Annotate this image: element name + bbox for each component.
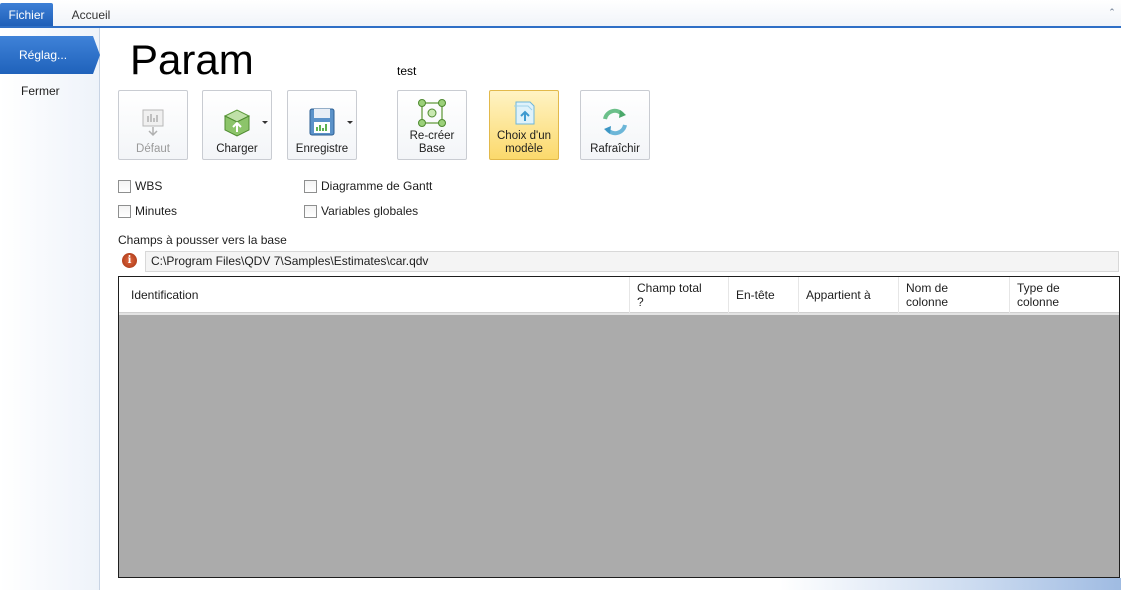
column-header-column-name[interactable]: Nom de colonne [898,277,1009,313]
wbs-checkbox[interactable]: WBS [118,179,162,193]
template-upload-icon [514,101,535,125]
ribbon-tab-bar: Fichier Accueil ⌃ [0,0,1121,28]
grid-header: Identification Champ total ? En-tête App… [119,277,1119,313]
page-title: Param [130,36,254,83]
column-header-identification[interactable]: Identification [119,277,629,313]
column-header-belongs-to[interactable]: Appartient à [798,277,898,313]
recreate-label-line1: Re-créer [409,130,455,142]
column-header-header[interactable]: En-tête [728,277,798,313]
choose-model-label-line2: modèle [505,143,543,155]
column-header-column-type[interactable]: Type de colonne [1009,277,1119,313]
gantt-checkbox[interactable]: Diagramme de Gantt [304,179,432,193]
save-dropdown-icon[interactable] [347,121,353,124]
gantt-checkbox-label: Diagramme de Gantt [321,179,433,193]
tab-home[interactable]: Accueil [60,3,122,26]
tab-file[interactable]: Fichier [0,3,53,26]
recreate-base-button[interactable]: Re-créer Base [397,90,467,160]
minutes-checkbox-label: Minutes [135,204,178,218]
recreate-base-label: Re-créer Base [398,130,466,156]
page-subtitle: test [397,64,417,78]
info-icon: i [122,253,137,268]
load-label: Charger [216,143,258,155]
load-dropdown-icon[interactable] [262,121,268,124]
chart-down-icon [142,109,164,137]
load-button[interactable]: Charger [202,90,272,160]
choose-model-label: Choix d'un modèle [490,130,558,156]
nav-item-settings[interactable]: Réglag... [0,36,100,74]
nav-item-close[interactable]: Fermer [0,80,100,102]
global-vars-checkbox-box[interactable] [304,204,317,218]
wbs-checkbox-label: WBS [135,179,163,193]
floppy-chart-icon [309,108,335,136]
global-vars-checkbox-label: Variables globales [321,204,419,218]
refresh-button[interactable]: Rafraîchir [580,90,650,160]
choose-model-button[interactable]: Choix d'un modèle [489,90,559,160]
save-button[interactable]: Enregistre [287,90,357,160]
refresh-label: Rafraîchir [590,143,640,155]
column-header-total-field[interactable]: Champ total ? [629,277,728,313]
choose-model-label-line1: Choix d'un [497,130,551,142]
minutes-checkbox-box[interactable] [118,204,131,218]
wbs-checkbox-box[interactable] [118,179,131,193]
refresh-arrows-icon [603,108,627,136]
grid-header-divider [119,313,1119,315]
minutes-checkbox[interactable]: Minutes [118,204,177,218]
default-button[interactable]: Défaut [118,90,188,160]
file-path-field[interactable]: C:\Program Files\QDV 7\Samples\Estimates… [145,251,1119,272]
fields-grid[interactable]: Identification Champ total ? En-tête App… [118,276,1120,578]
decorative-swoosh [780,578,1121,590]
save-label: Enregistre [295,143,349,155]
box-upload-icon [223,109,251,137]
backstage-nav: Réglag... Fermer [0,28,100,590]
default-label: Défaut [136,143,170,155]
gantt-checkbox-box[interactable] [304,179,317,193]
fields-section-label: Champs à pousser vers la base [118,233,287,247]
global-vars-checkbox[interactable]: Variables globales [304,204,418,218]
database-nodes-icon [418,99,446,127]
recreate-label-line2: Base [418,143,446,155]
ribbon-minimize-icon[interactable]: ⌃ [1107,7,1117,17]
